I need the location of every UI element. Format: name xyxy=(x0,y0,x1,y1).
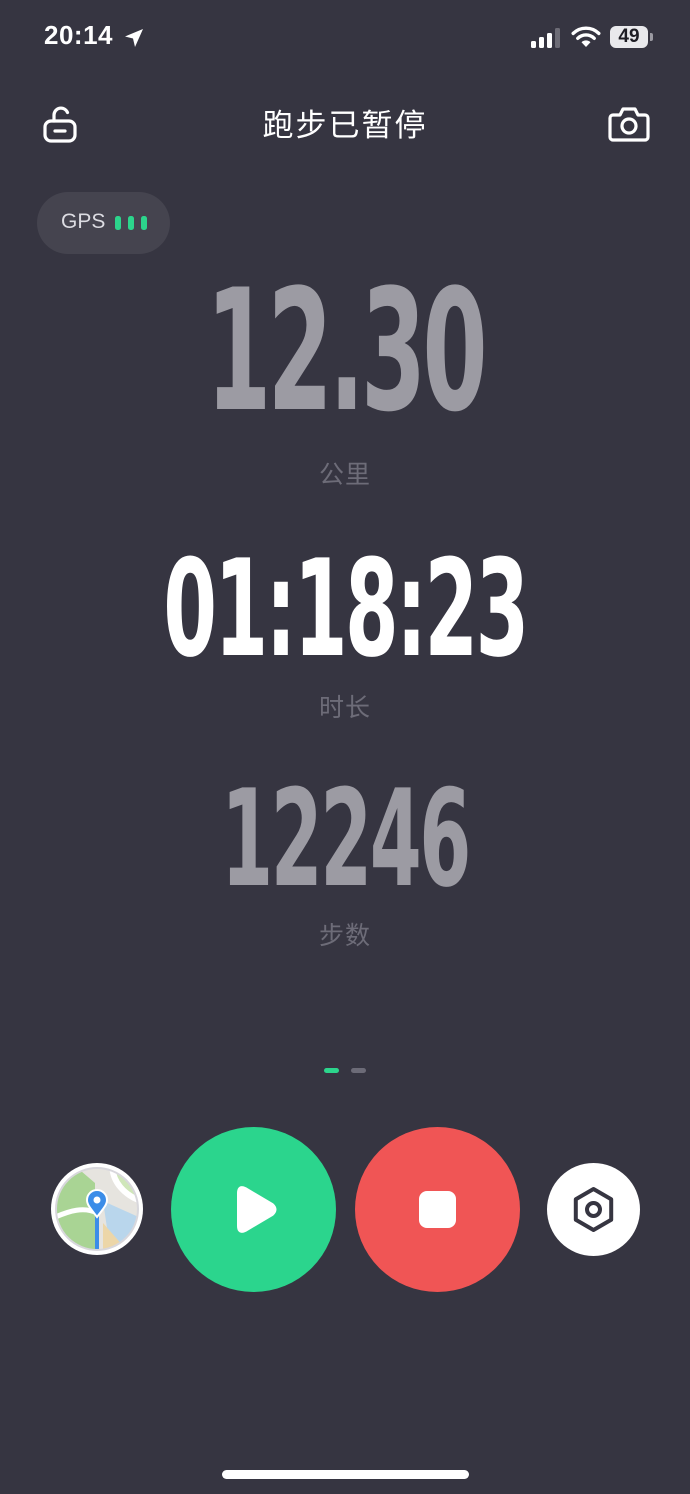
steps-value: 12246 xyxy=(221,761,471,917)
page-title: 跑步已暂停 xyxy=(262,108,428,144)
battery-indicator: 49 xyxy=(610,26,648,48)
duration-value: 01:18:23 xyxy=(163,531,529,687)
camera-icon[interactable] xyxy=(608,103,650,145)
steps-label: 步数 xyxy=(318,921,371,950)
cellular-signal-icon xyxy=(531,28,560,48)
stop-button[interactable] xyxy=(355,1127,520,1292)
distance-value: 12.30 xyxy=(206,253,488,449)
gps-label: GPS xyxy=(61,210,106,233)
status-time: 20:14 xyxy=(44,20,113,50)
wifi-icon xyxy=(571,26,601,47)
duration-label: 时长 xyxy=(318,693,371,722)
map-button[interactable] xyxy=(51,1163,143,1255)
location-arrow-icon xyxy=(125,29,143,47)
battery-tip xyxy=(650,33,653,41)
stop-icon xyxy=(419,1191,456,1228)
page-indicator-active[interactable] xyxy=(324,1068,339,1073)
page-indicator[interactable] xyxy=(351,1068,366,1073)
settings-button[interactable] xyxy=(547,1163,640,1256)
hexagon-settings-icon xyxy=(573,1187,614,1232)
play-icon xyxy=(237,1186,277,1233)
map-pin-icon xyxy=(55,1167,139,1251)
distance-label: 公里 xyxy=(318,460,371,489)
home-indicator[interactable] xyxy=(222,1470,469,1479)
resume-button[interactable] xyxy=(171,1127,336,1292)
gps-signal-bars xyxy=(115,216,147,230)
